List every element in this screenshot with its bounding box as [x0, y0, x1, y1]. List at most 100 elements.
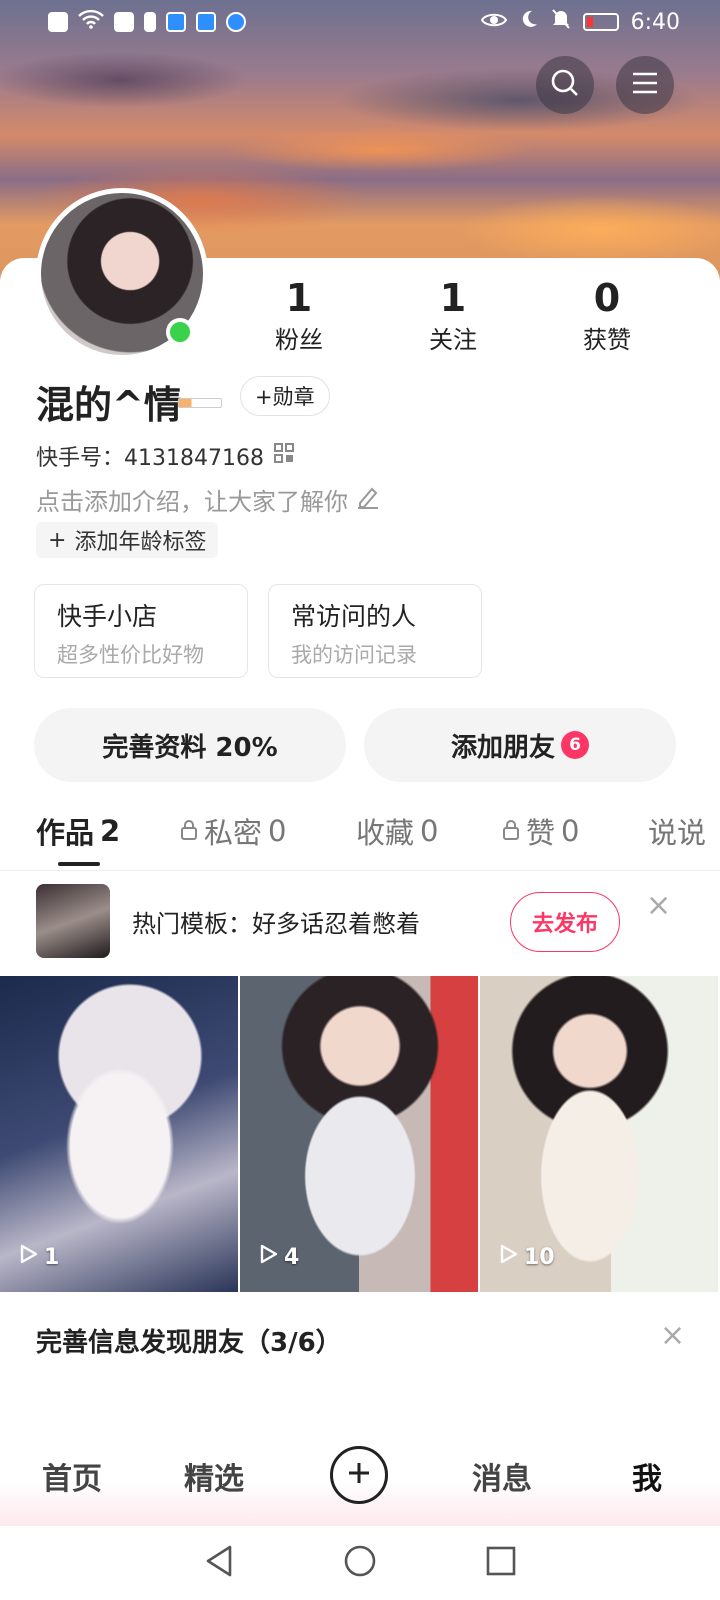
shortcut-title: 快手小店 — [57, 602, 158, 631]
stat-label: 关注 — [429, 326, 477, 354]
play-icon — [500, 1244, 518, 1270]
home-circle-icon[interactable] — [343, 1544, 377, 1582]
nav-home[interactable]: 首页 — [42, 1454, 102, 1498]
tab-count: 0 — [561, 814, 580, 848]
tab-private[interactable]: 私密 0 — [180, 810, 286, 852]
tab-count: 0 — [420, 814, 439, 848]
template-thumbnail[interactable] — [36, 884, 110, 958]
complete-profile-button[interactable]: 完善资料 20% — [34, 708, 346, 782]
plus-icon: + — [48, 527, 67, 553]
nav-me[interactable]: 我 — [632, 1454, 662, 1498]
browser-icon — [226, 12, 246, 32]
recents-icon[interactable] — [486, 1546, 516, 1580]
wifi-icon — [78, 9, 104, 35]
online-indicator — [166, 318, 194, 346]
divider — [0, 870, 720, 871]
active-tab-indicator — [58, 862, 100, 866]
stat-label: 粉丝 — [275, 326, 323, 354]
play-icon — [20, 1244, 38, 1270]
edit-icon — [356, 485, 380, 515]
nav-featured[interactable]: 精选 — [184, 1454, 244, 1498]
play-count: 1 — [20, 1244, 59, 1270]
play-count-value: 4 — [284, 1244, 300, 1270]
notification-icon — [48, 12, 68, 32]
suggestion-title: 完善信息发现朋友（3/6） — [36, 1328, 342, 1358]
app-icon — [166, 12, 186, 32]
close-template-button[interactable]: × — [646, 888, 671, 923]
tab-moments[interactable]: 说说 — [648, 810, 706, 852]
status-icons-left — [48, 9, 246, 35]
video-thumbnail[interactable]: 10 — [480, 976, 718, 1292]
close-icon: × — [660, 1318, 686, 1353]
system-nav-bar — [0, 1526, 720, 1600]
tab-likes[interactable]: 赞 0 — [502, 810, 579, 852]
menu-button[interactable] — [616, 56, 674, 114]
kuaishou-id: 快手号：4131847168 — [36, 446, 264, 471]
nav-messages[interactable]: 消息 — [472, 1454, 532, 1498]
tab-label: 私密 — [204, 816, 263, 850]
play-count-value: 1 — [44, 1244, 60, 1270]
kuaishou-shop-card[interactable]: 快手小店 超多性价比好物 — [34, 584, 248, 678]
lock-icon — [502, 814, 520, 848]
plus-icon — [346, 1460, 372, 1490]
shopping-bag-icon — [114, 12, 134, 32]
shortcut-title: 常访问的人 — [291, 602, 417, 631]
bulb-icon — [196, 12, 216, 32]
template-text: 热门模板：好多话忍着憋着 — [132, 910, 420, 938]
play-count: 10 — [500, 1244, 555, 1270]
close-suggestion-button[interactable]: × — [660, 1318, 685, 1353]
shortcut-subtitle: 超多性价比好物 — [57, 643, 204, 667]
stat-label: 获赞 — [583, 326, 631, 354]
add-age-tag-button[interactable]: + 添加年龄标签 — [36, 522, 219, 558]
tab-count: 0 — [268, 814, 287, 848]
play-count-value: 10 — [524, 1244, 555, 1270]
status-icons-right: 6:40 — [480, 8, 680, 36]
stat-value: 0 — [593, 276, 621, 320]
tab-count: 2 — [100, 814, 121, 848]
publish-button[interactable]: 去发布 — [510, 892, 620, 952]
search-icon — [550, 68, 580, 102]
shortcut-subtitle: 我的访问记录 — [291, 643, 417, 667]
tab-works[interactable]: 作品 2 — [36, 810, 120, 852]
intro-placeholder: 点击添加介绍，让大家了解你 — [36, 488, 348, 516]
play-icon — [260, 1244, 278, 1270]
complete-profile-label: 完善资料 20% — [102, 732, 278, 763]
menu-icon — [631, 71, 659, 99]
stat-following[interactable]: 1 关注 — [398, 278, 508, 355]
alert-icon — [144, 12, 156, 32]
tab-label: 作品 — [36, 816, 95, 850]
close-icon: × — [646, 888, 672, 923]
add-friends-button[interactable]: 添加朋友 6 — [364, 708, 676, 782]
search-button[interactable] — [536, 56, 594, 114]
frequent-visitors-card[interactable]: 常访问的人 我的访问记录 — [268, 584, 482, 678]
stat-value: 1 — [439, 276, 467, 320]
tab-favorites[interactable]: 收藏 0 — [356, 810, 438, 852]
play-count: 4 — [260, 1244, 299, 1270]
battery-icon — [582, 13, 619, 31]
cigarette-emoji-icon — [178, 398, 222, 408]
eye-icon — [480, 10, 507, 35]
back-icon[interactable] — [204, 1544, 234, 1582]
add-medal-button[interactable]: +勋章 — [240, 376, 330, 416]
add-friends-badge: 6 — [561, 731, 589, 759]
profile-screen: 6:40 1 粉丝 1 关注 0 获赞 混的^情 +勋章 快手号：4131847… — [0, 0, 720, 1600]
lock-icon — [180, 814, 198, 848]
create-button[interactable] — [330, 1446, 388, 1504]
stat-followers[interactable]: 1 粉丝 — [244, 278, 354, 355]
stat-likes[interactable]: 0 获赞 — [552, 278, 662, 355]
tab-label: 说说 — [648, 816, 707, 850]
video-thumbnail[interactable]: 1 — [0, 976, 238, 1292]
tab-label: 收藏 — [356, 816, 415, 850]
add-intro-button[interactable]: 点击添加介绍，让大家了解你 — [36, 482, 380, 517]
kuaishou-id-row[interactable]: 快手号：4131847168 — [36, 440, 294, 472]
age-tag-label: 添加年龄标签 — [74, 530, 207, 555]
video-thumbnail[interactable]: 4 — [240, 976, 478, 1292]
stat-value: 1 — [285, 276, 313, 320]
add-friends-label: 添加朋友 — [450, 732, 555, 763]
status-time: 6:40 — [630, 9, 680, 35]
mute-bell-icon — [551, 8, 571, 36]
content-tabs: 作品 2 私密 0 收藏 0 赞 0 说说 — [0, 800, 720, 870]
status-bar: 6:40 — [0, 0, 720, 44]
qr-code-icon[interactable] — [273, 443, 294, 469]
moon-icon — [519, 9, 539, 35]
